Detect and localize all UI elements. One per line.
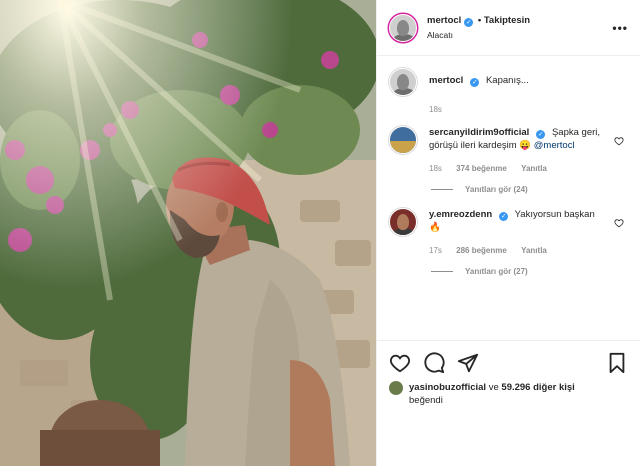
author-username[interactable]: mertocl [427, 15, 461, 26]
caption-row: mertocl ✓ Kapanış... 18s [389, 68, 628, 116]
caption-text: Kapanış... [485, 75, 529, 86]
commenter-username[interactable]: sercanyildirim9official [429, 127, 529, 138]
likes-suffix: beğendi [409, 395, 443, 406]
likes-connector: ve [488, 382, 499, 393]
post-header: mertocl ✓ • Takiptesin Alacatı ••• [377, 0, 640, 56]
following-label[interactable]: • Takiptesin [478, 15, 530, 26]
verified-badge-icon: ✓ [470, 78, 480, 87]
verified-badge-icon: ✓ [536, 130, 546, 139]
view-replies-label: Yanıtları gör (27) [465, 267, 528, 276]
location-link[interactable]: Alacatı [427, 30, 612, 40]
author-info: mertocl ✓ • Takiptesin Alacatı [427, 15, 612, 40]
comment-row: y.emreozdenn ✓ Yakıyorsun başkan🔥 17s 286… [389, 208, 628, 257]
verified-badge-icon: ✓ [464, 18, 474, 27]
post-photo[interactable] [0, 0, 376, 466]
share-paper-plane-icon[interactable] [457, 352, 479, 374]
view-replies-button[interactable]: Yanıtları gör (24) [431, 185, 628, 194]
more-options-icon[interactable]: ••• [612, 21, 628, 35]
commenter-username[interactable]: y.emreozdenn [429, 209, 492, 220]
comment-like-heart-icon[interactable] [614, 218, 624, 228]
replies-divider [431, 189, 453, 190]
liker-avatar[interactable] [389, 381, 403, 395]
commenter-avatar[interactable] [389, 208, 417, 236]
like-heart-icon[interactable] [389, 352, 411, 374]
comment-row: sercanyildirim9official ✓ Şapka geri, gör… [389, 126, 628, 175]
comment-time[interactable]: 17s [429, 246, 442, 255]
comment-like-heart-icon[interactable] [614, 136, 624, 146]
following-text: Takiptesin [483, 15, 531, 26]
post-view: mertocl ✓ • Takiptesin Alacatı ••• mertoc… [0, 0, 640, 466]
likes-summary: yasinobuzofficial ve 59.296 diğer kişi b… [389, 381, 628, 407]
caption-time[interactable]: 18s [429, 105, 442, 114]
comment-bubble-icon[interactable] [423, 352, 445, 374]
mention-link[interactable]: @mertocl [534, 140, 575, 151]
commenter-avatar[interactable] [389, 126, 417, 154]
comment-likes[interactable]: 286 beğenme [456, 246, 507, 255]
save-bookmark-icon[interactable] [606, 352, 628, 374]
comment-time[interactable]: 18s [429, 164, 442, 173]
likes-count[interactable]: 59.296 diğer kişi [501, 382, 574, 393]
post-image [0, 0, 376, 466]
reply-button[interactable]: Yanıtla [521, 164, 547, 173]
view-replies-button[interactable]: Yanıtları gör (27) [431, 267, 628, 276]
view-replies-label: Yanıtları gör (24) [465, 185, 528, 194]
post-actions: yasinobuzofficial ve 59.296 diğer kişi b… [377, 340, 640, 407]
author-avatar[interactable] [389, 13, 417, 42]
comment-likes[interactable]: 374 beğenme [456, 164, 507, 173]
verified-badge-icon: ✓ [499, 212, 509, 221]
liker-username[interactable]: yasinobuzofficial [409, 382, 486, 393]
reply-button[interactable]: Yanıtla [521, 246, 547, 255]
comments-list: mertocl ✓ Kapanış... 18s sercanyildirim9o… [377, 56, 640, 338]
caption-username[interactable]: mertocl [429, 75, 463, 86]
replies-divider [431, 271, 453, 272]
caption-avatar[interactable] [389, 68, 417, 96]
post-sidebar: mertocl ✓ • Takiptesin Alacatı ••• mertoc… [376, 0, 640, 466]
